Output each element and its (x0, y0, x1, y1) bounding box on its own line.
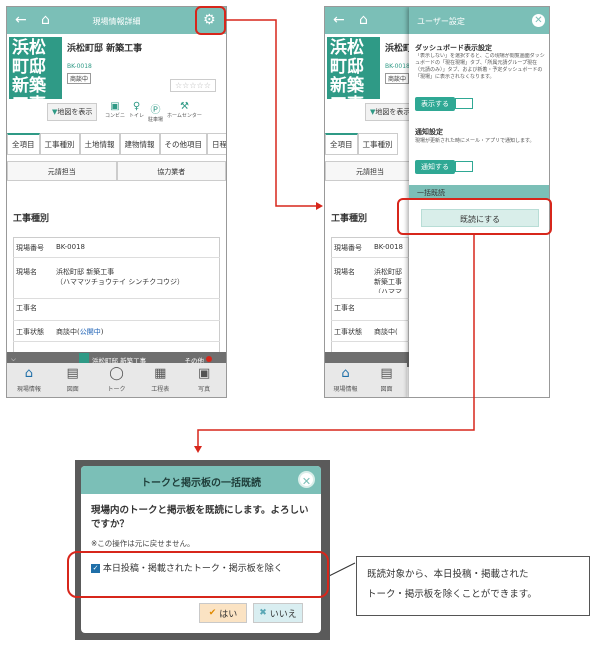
dialog-title: トークと掲示板の一括既読 (141, 478, 261, 489)
confirm-dialog: トークと掲示板の一括既読 ✕ 現場内のトークと掲示板を既読にします。よろしいです… (81, 466, 321, 633)
arrow-head (194, 446, 202, 453)
yes-label: はい (219, 609, 238, 620)
checkbox-highlight (67, 551, 329, 598)
callout-line-2: トーク・掲示板を除くことができます。 (367, 589, 537, 600)
dialog-header: トークと掲示板の一括既読 ✕ (81, 466, 321, 494)
callout-line-1: 既読対象から、本日投稿・掲載された (367, 569, 529, 580)
dialog-backdrop: トークと掲示板の一括既読 ✕ 現場内のトークと掲示板を既読にします。よろしいです… (75, 460, 330, 640)
arrow-panel-to-dialog (197, 235, 475, 447)
dialog-message: 現場内のトークと掲示板を既読にします。よろしいですか？ (91, 505, 309, 530)
close-icon[interactable]: ✕ (298, 471, 315, 488)
arrow-gear-to-panel (226, 19, 318, 207)
x-icon: ✖ (259, 608, 267, 618)
arrow-head (316, 202, 323, 210)
check-icon: ✔ (208, 608, 217, 618)
callout-pointer (328, 562, 356, 577)
no-button[interactable]: ✖ いいえ (253, 603, 303, 623)
dialog-note: ※この操作は元に戻せません。 (91, 539, 195, 548)
callout-box: 既読対象から、本日投稿・掲載された トーク・掲示板を除くことができます。 (356, 556, 590, 616)
no-label: いいえ (269, 609, 297, 620)
yes-button[interactable]: ✔ はい (199, 603, 247, 623)
